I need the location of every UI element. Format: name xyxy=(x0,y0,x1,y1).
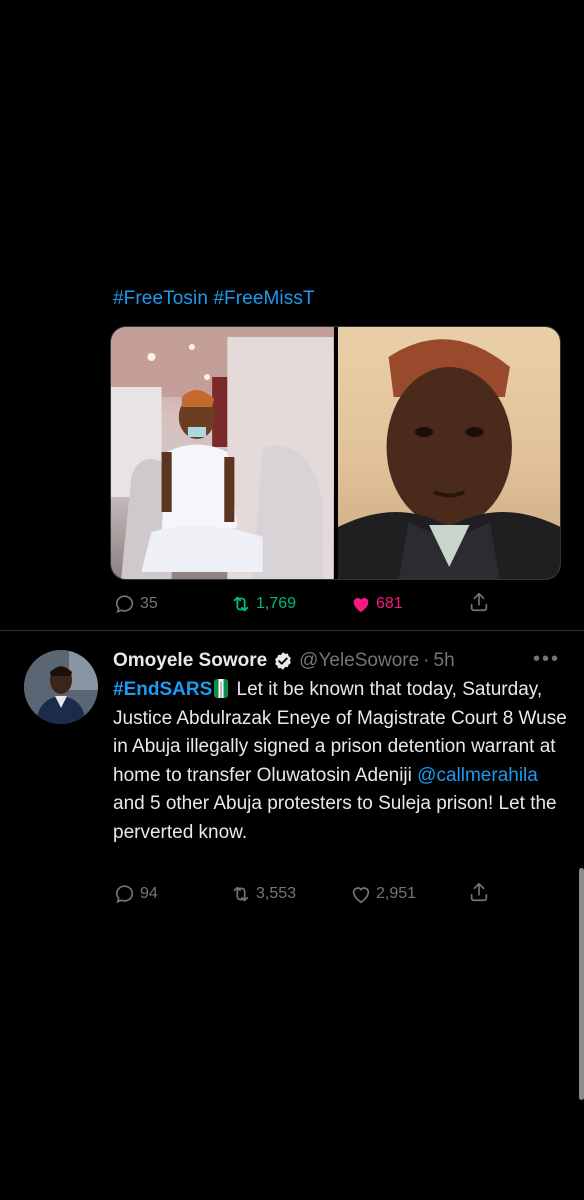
tweet-text: #EndSARS Let it be known that today, Sat… xyxy=(113,676,568,847)
like-count: 681 xyxy=(376,595,403,612)
tweet-text-part2: and 5 other Abuja protesters to Suleja p… xyxy=(113,793,557,843)
scrollbar[interactable] xyxy=(579,868,584,1100)
tweet-divider xyxy=(0,630,584,631)
tweet-header: Omoyele Sowore @YeleSowore · 5h ••• xyxy=(113,648,563,674)
retweet-count-2: 3,553 xyxy=(256,885,297,902)
heart-icon xyxy=(353,598,369,613)
like-button[interactable]: 681 xyxy=(350,592,403,616)
verified-badge-icon xyxy=(275,652,292,670)
tweet-media[interactable] xyxy=(110,326,561,580)
share-icon xyxy=(470,882,488,902)
retweet-button[interactable]: 1,769 xyxy=(230,592,296,616)
mention-link[interactable]: @callmerahila xyxy=(417,765,538,786)
share-button-2[interactable] xyxy=(468,880,490,904)
reply-icon xyxy=(115,595,134,614)
share-icon xyxy=(470,592,488,612)
retweet-button-2[interactable]: 3,553 xyxy=(230,882,296,906)
like-button-2[interactable]: 2,951 xyxy=(350,882,416,906)
media-photo-right[interactable] xyxy=(337,327,560,579)
nigeria-flag-icon xyxy=(214,679,229,698)
retweet-icon xyxy=(233,596,249,612)
avatar[interactable] xyxy=(24,650,98,724)
heart-icon xyxy=(352,887,370,904)
share-button[interactable] xyxy=(468,590,490,614)
like-count-2: 2,951 xyxy=(376,885,417,902)
reply-button-2[interactable]: 94 xyxy=(114,882,158,906)
author-name[interactable]: Omoyele Sowore xyxy=(113,650,267,672)
reply-count: 35 xyxy=(140,595,158,612)
more-icon[interactable]: ••• xyxy=(533,648,560,671)
retweet-icon xyxy=(233,886,249,902)
hashtag-link[interactable]: #EndSARS xyxy=(113,679,212,700)
media-photo-left[interactable] xyxy=(111,327,334,579)
timeline: #FreeTosin #FreeMissT 35 1,769 681 Omoye… xyxy=(0,0,584,1200)
separator-dot: · xyxy=(423,650,430,671)
reply-count-2: 94 xyxy=(140,885,158,902)
tweet-time[interactable]: 5h xyxy=(434,650,455,672)
reply-button[interactable]: 35 xyxy=(114,592,158,616)
retweet-count: 1,769 xyxy=(256,595,297,612)
tweet-text-hashtags[interactable]: #FreeTosin #FreeMissT xyxy=(113,288,315,310)
author-handle[interactable]: @YeleSowore xyxy=(299,650,419,672)
reply-icon xyxy=(115,885,134,904)
